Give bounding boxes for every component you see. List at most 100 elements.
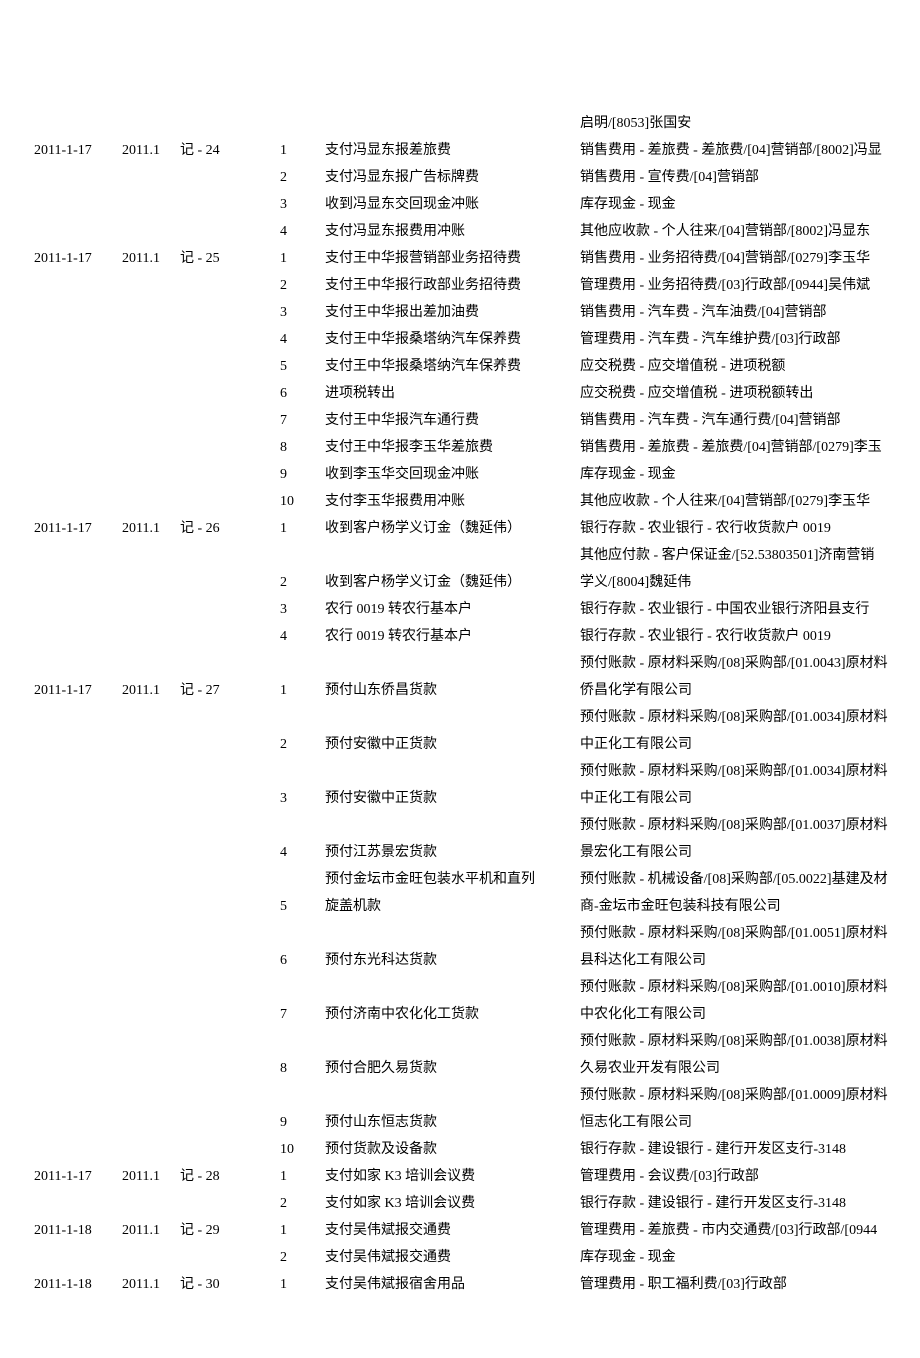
- ledger-row: 8支付王中华报李玉华差旅费销售费用 - 差旅费 - 差旅费/[04]营销部/[0…: [0, 434, 920, 461]
- cell-line-no: 5: [280, 893, 325, 920]
- cell-account: 学义/[8004]魏延伟: [580, 569, 920, 596]
- cell-date: 2011-1-17: [0, 245, 122, 272]
- cell-line-no: 2: [280, 731, 325, 758]
- cell-line-no: 9: [280, 1109, 325, 1136]
- ledger-row: 3支付王中华报出差加油费销售费用 - 汽车费 - 汽车油费/[04]营销部: [0, 299, 920, 326]
- cell-summary: 预付安徽中正货款: [325, 731, 580, 758]
- cell-summary: 预付山东恒志货款: [325, 1109, 580, 1136]
- cell-account: 管理费用 - 汽车费 - 汽车维护费/[03]行政部: [580, 326, 920, 353]
- cell-summary: 预付山东侨昌货款: [325, 677, 580, 704]
- cell-account: 预付账款 - 原材料采购/[08]采购部/[01.0037]原材料: [580, 812, 920, 839]
- cell-account: 其他应付款 - 客户保证金/[52.53803501]济南营销: [580, 542, 920, 569]
- cell-line-no: 6: [280, 380, 325, 407]
- cell-account: 中正化工有限公司: [580, 785, 920, 812]
- cell-period: 2011.1: [122, 1217, 180, 1244]
- cell-summary: 支付王中华报行政部业务招待费: [325, 272, 580, 299]
- cell-summary: 收到客户杨学义订金（魏延伟）: [325, 515, 580, 542]
- ledger-row: 3农行 0019 转农行基本户银行存款 - 农业银行 - 中国农业银行济阳县支行: [0, 596, 920, 623]
- cell-account: 银行存款 - 建设银行 - 建行开发区支行-3148: [580, 1190, 920, 1217]
- cell-summary: 支付吴伟斌报交通费: [325, 1217, 580, 1244]
- cell-line-no: 1: [280, 1271, 325, 1298]
- cell-summary: 支付如家 K3 培训会议费: [325, 1163, 580, 1190]
- cell-account: 银行存款 - 农业银行 - 农行收货款户 0019: [580, 623, 920, 650]
- ledger-row: 预付账款 - 原材料采购/[08]采购部/[01.0009]原材料: [0, 1082, 920, 1109]
- cell-account: 管理费用 - 会议费/[03]行政部: [580, 1163, 920, 1190]
- cell-line-no: 4: [280, 218, 325, 245]
- cell-voucher: 记 - 29: [180, 1217, 280, 1244]
- cell-account: 销售费用 - 汽车费 - 汽车通行费/[04]营销部: [580, 407, 920, 434]
- cell-line-no: 2: [280, 1190, 325, 1217]
- cell-summary: 进项税转出: [325, 380, 580, 407]
- cell-account: 应交税费 - 应交增值税 - 进项税额转出: [580, 380, 920, 407]
- ledger-row: 2011-1-182011.1记 - 291支付吴伟斌报交通费管理费用 - 差旅…: [0, 1217, 920, 1244]
- cell-account: 销售费用 - 宣传费/[04]营销部: [580, 164, 920, 191]
- cell-summary: 农行 0019 转农行基本户: [325, 623, 580, 650]
- cell-account: 久易农业开发有限公司: [580, 1055, 920, 1082]
- cell-account: 银行存款 - 农业银行 - 中国农业银行济阳县支行: [580, 596, 920, 623]
- cell-account: 预付账款 - 原材料采购/[08]采购部/[01.0051]原材料: [580, 920, 920, 947]
- cell-line-no: 8: [280, 1055, 325, 1082]
- cell-period: 2011.1: [122, 515, 180, 542]
- ledger-row: 预付账款 - 原材料采购/[08]采购部/[01.0051]原材料: [0, 920, 920, 947]
- cell-summary: 支付王中华报桑塔纳汽车保养费: [325, 326, 580, 353]
- ledger-row: 2收到客户杨学义订金（魏延伟）学义/[8004]魏延伟: [0, 569, 920, 596]
- ledger-row: 7支付王中华报汽车通行费销售费用 - 汽车费 - 汽车通行费/[04]营销部: [0, 407, 920, 434]
- cell-account: 预付账款 - 原材料采购/[08]采购部/[01.0010]原材料: [580, 974, 920, 1001]
- cell-date: 2011-1-17: [0, 1163, 122, 1190]
- cell-date: 2011-1-18: [0, 1271, 122, 1298]
- cell-period: 2011.1: [122, 245, 180, 272]
- cell-line-no: 9: [280, 461, 325, 488]
- ledger-rows-container: 启明/[8053]张国安2011-1-172011.1记 - 241支付冯显东报…: [0, 110, 920, 1298]
- cell-date: 2011-1-17: [0, 515, 122, 542]
- cell-line-no: 4: [280, 326, 325, 353]
- cell-account: 销售费用 - 差旅费 - 差旅费/[04]营销部/[0279]李玉: [580, 434, 920, 461]
- ledger-row: 2支付吴伟斌报交通费库存现金 - 现金: [0, 1244, 920, 1271]
- cell-summary: 预付金坛市金旺包装水平机和直列: [325, 866, 580, 893]
- ledger-row: 预付账款 - 原材料采购/[08]采购部/[01.0038]原材料: [0, 1028, 920, 1055]
- ledger-row: 2011-1-172011.1记 - 271预付山东侨昌货款侨昌化学有限公司: [0, 677, 920, 704]
- cell-date: 2011-1-17: [0, 137, 122, 164]
- cell-voucher: 记 - 24: [180, 137, 280, 164]
- ledger-row: 2011-1-172011.1记 - 241支付冯显东报差旅费销售费用 - 差旅…: [0, 137, 920, 164]
- cell-summary: 支付王中华报出差加油费: [325, 299, 580, 326]
- ledger-row: 7预付济南中农化化工货款中农化化工有限公司: [0, 1001, 920, 1028]
- cell-summary: 农行 0019 转农行基本户: [325, 596, 580, 623]
- cell-summary: 支付王中华报桑塔纳汽车保养费: [325, 353, 580, 380]
- cell-summary: 预付东光科达货款: [325, 947, 580, 974]
- cell-voucher: 记 - 27: [180, 677, 280, 704]
- cell-summary: 预付货款及设备款: [325, 1136, 580, 1163]
- cell-line-no: 3: [280, 299, 325, 326]
- ledger-row: 5旋盖机款商-金坛市金旺包装科技有限公司: [0, 893, 920, 920]
- cell-line-no: 7: [280, 1001, 325, 1028]
- cell-summary: 收到李玉华交回现金冲账: [325, 461, 580, 488]
- cell-line-no: 10: [280, 1136, 325, 1163]
- cell-account: 中正化工有限公司: [580, 731, 920, 758]
- cell-account: 景宏化工有限公司: [580, 839, 920, 866]
- cell-line-no: 2: [280, 272, 325, 299]
- cell-line-no: 1: [280, 137, 325, 164]
- cell-line-no: 1: [280, 245, 325, 272]
- cell-account: 库存现金 - 现金: [580, 1244, 920, 1271]
- cell-summary: 收到冯显东交回现金冲账: [325, 191, 580, 218]
- cell-account: 管理费用 - 业务招待费/[03]行政部/[0944]吴伟斌: [580, 272, 920, 299]
- cell-summary: 旋盖机款: [325, 893, 580, 920]
- cell-period: 2011.1: [122, 1163, 180, 1190]
- ledger-row: 其他应付款 - 客户保证金/[52.53803501]济南营销: [0, 542, 920, 569]
- ledger-row: 预付金坛市金旺包装水平机和直列预付账款 - 机械设备/[08]采购部/[05.0…: [0, 866, 920, 893]
- cell-line-no: 6: [280, 947, 325, 974]
- cell-voucher: 记 - 26: [180, 515, 280, 542]
- cell-period: 2011.1: [122, 677, 180, 704]
- ledger-row: 6预付东光科达货款县科达化工有限公司: [0, 947, 920, 974]
- cell-account: 其他应收款 - 个人往来/[04]营销部/[0279]李玉华: [580, 488, 920, 515]
- cell-account: 预付账款 - 原材料采购/[08]采购部/[01.0038]原材料: [580, 1028, 920, 1055]
- cell-account: 预付账款 - 原材料采购/[08]采购部/[01.0043]原材料: [580, 650, 920, 677]
- cell-account: 预付账款 - 原材料采购/[08]采购部/[01.0034]原材料: [580, 758, 920, 785]
- cell-account: 预付账款 - 原材料采购/[08]采购部/[01.0009]原材料: [580, 1082, 920, 1109]
- cell-line-no: 3: [280, 785, 325, 812]
- cell-line-no: 8: [280, 434, 325, 461]
- ledger-row: 2011-1-172011.1记 - 281支付如家 K3 培训会议费管理费用 …: [0, 1163, 920, 1190]
- ledger-row: 2011-1-172011.1记 - 261收到客户杨学义订金（魏延伟）银行存款…: [0, 515, 920, 542]
- voucher-ledger-page: 启明/[8053]张国安2011-1-172011.1记 - 241支付冯显东报…: [0, 0, 920, 1358]
- cell-account: 库存现金 - 现金: [580, 191, 920, 218]
- cell-period: 2011.1: [122, 137, 180, 164]
